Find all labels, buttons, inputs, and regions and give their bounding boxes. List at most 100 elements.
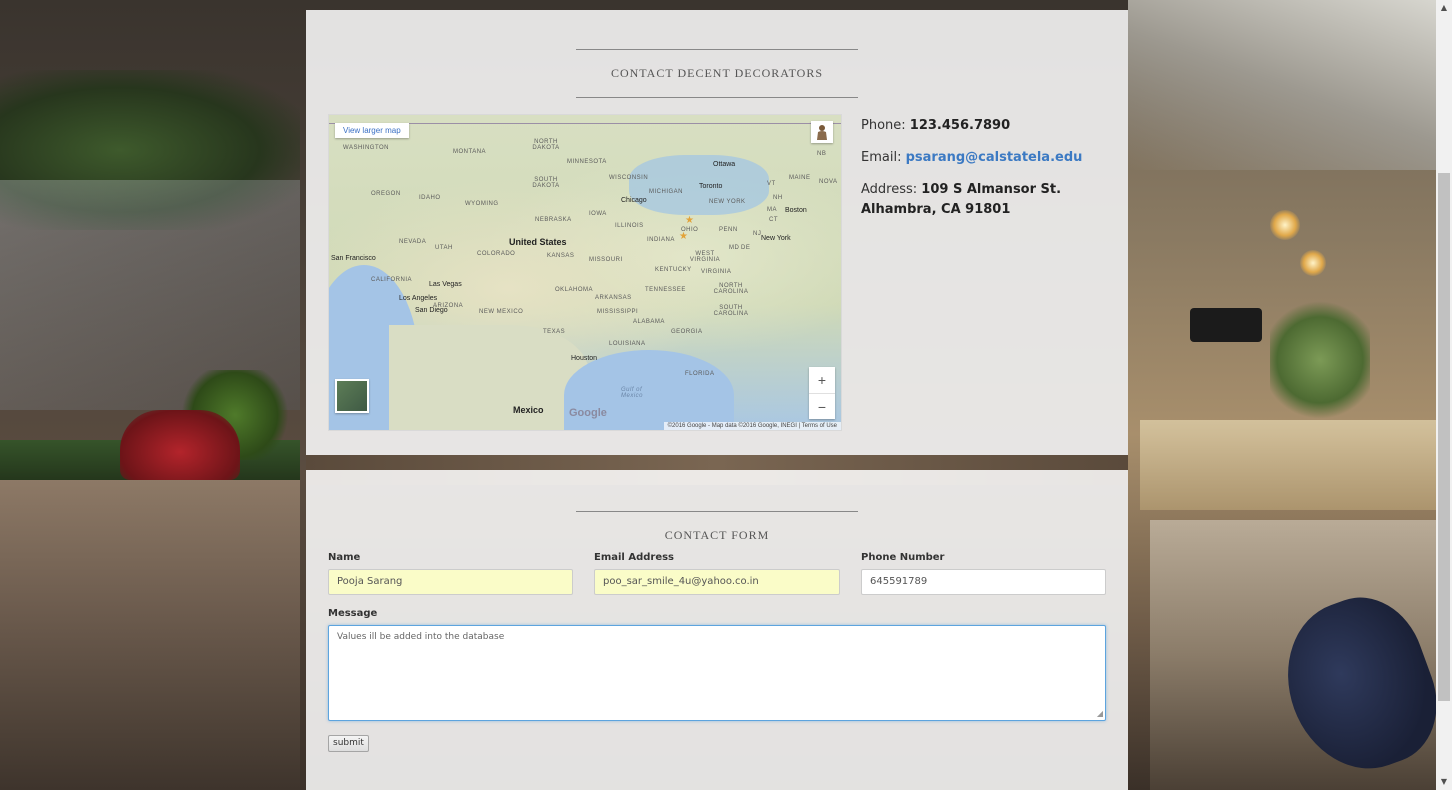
google-map[interactable]: WASHINGTON MONTANA NORTH DAKOTA MINNESOT… bbox=[328, 114, 842, 431]
map-state-label: VIRGINIA bbox=[701, 269, 732, 275]
bg-sofa-left bbox=[0, 480, 300, 790]
email-link[interactable]: psarang@calstatela.edu bbox=[906, 150, 1083, 165]
scroll-thumb[interactable] bbox=[1438, 173, 1450, 701]
address-label: Address: bbox=[861, 182, 918, 197]
map-state-label: LOUISIANA bbox=[609, 341, 646, 347]
bg-ceiling-right bbox=[1128, 0, 1436, 170]
map-state-label: TENNESSEE bbox=[645, 287, 686, 293]
address-line1: 109 S Almansor St. bbox=[921, 182, 1062, 197]
map-gulf-label: Gulf of Mexico bbox=[621, 387, 643, 399]
map-state-label: MISSISSIPPI bbox=[597, 309, 639, 315]
map-state-label: CALIFORNIA bbox=[371, 277, 413, 283]
map-state-label: FLORIDA bbox=[685, 371, 715, 377]
name-input[interactable]: Pooja Sarang bbox=[328, 569, 573, 595]
map-state-label: ILLINOIS bbox=[615, 223, 644, 229]
contact-info: Phone: 123.456.7890 Email: psarang@calst… bbox=[861, 116, 1111, 232]
submit-button[interactable]: submit bbox=[328, 735, 369, 752]
title-rule-top bbox=[576, 49, 858, 50]
map-state-label: MONTANA bbox=[453, 149, 487, 155]
map-state-label: NEW YORK bbox=[709, 199, 746, 205]
zoom-in-button[interactable]: + bbox=[809, 367, 835, 394]
address-line2: Alhambra, CA 91801 bbox=[861, 202, 1011, 217]
google-logo: Google bbox=[569, 407, 607, 419]
map-state-label: MA bbox=[767, 207, 777, 213]
contact-form-panel: CONTACT FORM Name Pooja Sarang Email Add… bbox=[306, 470, 1128, 790]
bg-red-car bbox=[120, 410, 240, 480]
scroll-down-icon[interactable]: ▼ bbox=[1436, 774, 1452, 790]
street-view-pegman-icon[interactable] bbox=[811, 121, 833, 143]
phone-label: Phone: bbox=[861, 118, 906, 133]
map-state-label: SOUTH CAROLINA bbox=[713, 305, 749, 317]
map-city-label: Toronto bbox=[699, 183, 723, 190]
message-label: Message bbox=[328, 608, 378, 619]
phone-number-label: Phone Number bbox=[861, 552, 945, 563]
map-state-label: DE bbox=[741, 245, 751, 251]
title-rule-bottom bbox=[576, 97, 858, 98]
map-gulf-label-line: Mexico bbox=[621, 393, 644, 399]
map-state-label: NORTH CAROLINA bbox=[713, 283, 749, 295]
pegman-icon bbox=[817, 125, 827, 140]
email-input[interactable]: poo_sar_smile_4u@yahoo.co.in bbox=[594, 569, 840, 595]
email-address-label: Email Address bbox=[594, 552, 675, 563]
phone-input[interactable]: 645591789 bbox=[861, 569, 1106, 595]
message-text: Values ill be added into the database bbox=[337, 632, 505, 642]
page-scrollbar[interactable]: ▲ ▼ bbox=[1436, 0, 1452, 790]
form-title: CONTACT FORM bbox=[664, 528, 770, 542]
zoom-out-button[interactable]: − bbox=[809, 394, 835, 420]
map-state-label: ALABAMA bbox=[633, 319, 665, 325]
map-state-label: WYOMING bbox=[465, 201, 499, 207]
map-state-label: IDAHO bbox=[419, 195, 441, 201]
satellite-toggle[interactable] bbox=[335, 379, 369, 413]
map-state-label: UTAH bbox=[435, 245, 453, 251]
map-city-label: San Francisco bbox=[331, 255, 376, 262]
form-title-rule bbox=[576, 511, 858, 512]
bg-lamp-shade bbox=[1190, 308, 1262, 342]
map-city-label: New York bbox=[761, 235, 791, 242]
map-state-label: PENN bbox=[719, 227, 738, 233]
bg-pendant-light bbox=[1270, 210, 1300, 240]
scroll-up-icon[interactable]: ▲ bbox=[1436, 0, 1452, 16]
map-state-label: KENTUCKY bbox=[655, 267, 692, 273]
map-state-label: NH bbox=[773, 195, 783, 201]
contact-title: CONTACT DECENT DECORATORS bbox=[610, 66, 824, 80]
bg-pendant-light bbox=[1300, 250, 1326, 276]
view-larger-map-link[interactable]: View larger map bbox=[335, 123, 409, 138]
map-state-label: NB bbox=[817, 151, 827, 157]
phone-value: 123.456.7890 bbox=[909, 118, 1011, 133]
message-textarea[interactable]: Values ill be added into the database ◢ bbox=[328, 625, 1106, 721]
map-marker-icon[interactable]: ★ bbox=[685, 215, 694, 226]
map-state-label: CT bbox=[769, 217, 778, 223]
map-footer[interactable]: ©2016 Google - Map data ©2016 Google, IN… bbox=[663, 422, 841, 430]
map-state-label: NOVA bbox=[819, 179, 838, 185]
map-state-label: MD bbox=[729, 245, 740, 251]
map-mexico-land bbox=[389, 325, 589, 430]
phone-line: Phone: 123.456.7890 bbox=[861, 116, 1111, 136]
map-state-label: VT bbox=[767, 181, 776, 187]
map-state-label: WASHINGTON bbox=[343, 145, 390, 151]
map-city-label: Los Angeles bbox=[399, 295, 438, 302]
map-state-label: MAINE bbox=[789, 175, 811, 181]
map-city-label: Las Vegas bbox=[429, 281, 462, 288]
map-state-label: WEST VIRGINIA bbox=[689, 251, 721, 263]
map-city-label: Houston bbox=[571, 355, 598, 362]
map-state-label: NORTH DAKOTA bbox=[532, 139, 560, 151]
map-city-label: Boston bbox=[785, 207, 807, 214]
map-state-label: ARKANSAS bbox=[595, 295, 632, 301]
map-city-label: Ottawa bbox=[713, 161, 736, 168]
map-state-label: COLORADO bbox=[477, 251, 516, 257]
name-label: Name bbox=[328, 552, 361, 563]
map-city-label: Chicago bbox=[621, 197, 647, 204]
map-state-label: INDIANA bbox=[647, 237, 675, 243]
email-line: Email: psarang@calstatela.edu bbox=[861, 148, 1111, 168]
map-country-label: Mexico bbox=[513, 405, 544, 415]
zoom-control[interactable]: + − bbox=[809, 367, 835, 419]
map-state-label: SOUTH DAKOTA bbox=[532, 177, 560, 189]
map-country-label: United States bbox=[509, 237, 567, 247]
map-marker-icon[interactable]: ★ bbox=[679, 231, 688, 242]
map-state-label: OKLAHOMA bbox=[555, 287, 594, 293]
map-state-label: IOWA bbox=[589, 211, 607, 217]
map-state-label: NEVADA bbox=[399, 239, 427, 245]
map-state-label: MINNESOTA bbox=[567, 159, 607, 165]
resize-grip-icon[interactable]: ◢ bbox=[1097, 709, 1103, 718]
bg-dining-chairs bbox=[1140, 420, 1436, 510]
